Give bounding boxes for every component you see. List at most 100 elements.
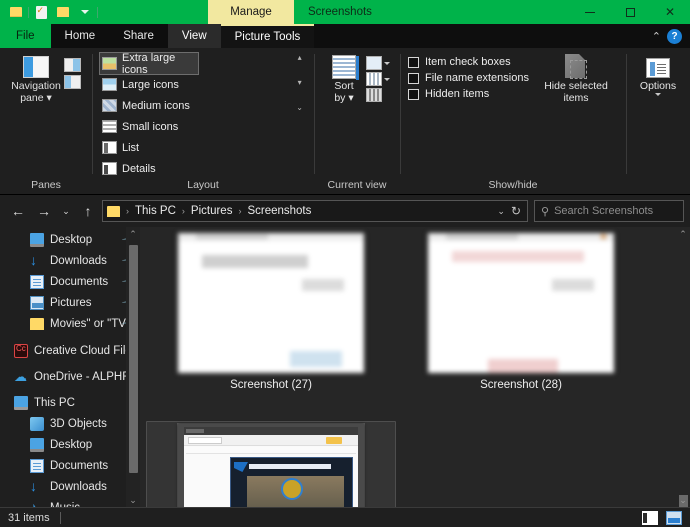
tab-view[interactable]: View (167, 24, 221, 48)
breadcrumb-this-pc[interactable]: This PC (135, 205, 176, 217)
recent-locations-button[interactable]: ⌄ (58, 199, 74, 223)
layout-expand-icon[interactable]: ⌄ (293, 104, 306, 112)
back-button[interactable]: ← (6, 199, 30, 223)
checkbox-box[interactable] (408, 56, 419, 68)
tab-share[interactable]: Share (109, 24, 168, 48)
layout-small-icons[interactable]: Small icons (100, 116, 198, 137)
content-scroll-up-icon[interactable]: ⌃ (676, 227, 690, 241)
layout-scroll-down-icon[interactable]: ▾ (293, 79, 306, 87)
sidebar-item-movies-or-tv-shows[interactable]: Movies" or "TV sh 📌 (0, 313, 140, 334)
layout-scroll-buttons: ▴ ▾ ⌄ (293, 52, 306, 114)
search-input[interactable]: ⚲ Search Screenshots (534, 200, 684, 222)
content-scrollbar[interactable]: ⌃ ⌄ (676, 227, 690, 507)
add-columns-caret-icon[interactable] (384, 61, 390, 65)
sidebar-item-documents[interactable]: Documents 📌 (0, 271, 140, 292)
sidebar-item-label: Documents (50, 275, 109, 288)
new-folder-icon[interactable] (53, 2, 73, 22)
breadcrumb[interactable]: › This PC › Pictures › Screenshots ⌄ ↻ (102, 200, 528, 222)
file-item-screenshot-27[interactable]: Screenshot (27) (146, 231, 396, 421)
checkbox-box[interactable] (408, 88, 419, 100)
sort-by-caret-icon[interactable]: ▾ (348, 92, 353, 104)
checkbox-hidden-items[interactable]: Hidden items (408, 88, 538, 100)
size-columns-icon[interactable] (366, 72, 382, 86)
navigation-pane-button[interactable]: Navigation pane ▾ (8, 52, 64, 104)
sidebar-scroll-down-icon[interactable]: ⌄ (129, 493, 137, 507)
forward-button[interactable]: → (32, 199, 56, 223)
sidebar-item-label: Desktop (50, 438, 93, 451)
hide-selected-items-button[interactable]: Hide selected items (538, 52, 614, 104)
tab-picture-tools[interactable]: Picture Tools (220, 24, 315, 48)
tab-home[interactable]: Home (51, 24, 110, 48)
layout-list[interactable]: List (100, 137, 198, 158)
sidebar-item-downloads-pc[interactable]: Downloads (0, 476, 140, 497)
help-icon[interactable]: ? (667, 28, 682, 44)
add-columns-icon[interactable] (366, 56, 382, 70)
size-all-columns-icon[interactable] (366, 88, 382, 102)
downloads-icon (30, 480, 44, 494)
layout-medium-icons[interactable]: Medium icons (100, 95, 198, 116)
folder-icon[interactable] (6, 2, 26, 22)
close-button[interactable]: ✕ (650, 0, 690, 24)
layout-details[interactable]: Details (100, 158, 198, 179)
options-button[interactable]: Options (634, 52, 682, 96)
search-placeholder: Search Screenshots (554, 205, 654, 217)
sidebar-scroll-up-icon[interactable]: ⌃ (129, 227, 137, 241)
breadcrumb-screenshots[interactable]: Screenshots (247, 205, 311, 217)
thumbnail-wrapper (428, 233, 614, 373)
layout-large-icons[interactable]: Large icons (100, 74, 198, 95)
sidebar-item-downloads[interactable]: Downloads 📌 (0, 250, 140, 271)
nav-pane-dropdown-icon[interactable]: ▾ (47, 92, 52, 104)
checkbox-item-check-boxes[interactable]: Item check boxes (408, 56, 538, 68)
file-item-screenshot-29[interactable]: Screenshot (29) (146, 421, 396, 507)
file-grid: Screenshot (27) Screenshot (28) (140, 227, 690, 507)
sidebar-item-this-pc[interactable]: This PC (0, 392, 140, 413)
file-item-screenshot-28[interactable]: Screenshot (28) (396, 231, 646, 421)
collapse-ribbon-icon[interactable]: ⌃ (652, 30, 661, 43)
chevron-down-icon[interactable] (75, 2, 95, 22)
checkbox-file-name-extensions[interactable]: File name extensions (408, 72, 538, 84)
details-view-icon[interactable] (642, 510, 658, 525)
sidebar-item-3d-objects[interactable]: 3D Objects (0, 413, 140, 434)
thumbnails-view-icon[interactable] (666, 510, 682, 525)
file-list-view[interactable]: Screenshot (27) Screenshot (28) ⌃ ⌄ (140, 227, 690, 507)
content-scroll-down-icon[interactable]: ⌄ (676, 493, 690, 507)
up-button[interactable]: ↑ (76, 199, 100, 223)
properties-icon[interactable] (31, 2, 51, 22)
status-divider (59, 511, 61, 524)
window-title: Screenshots (308, 6, 372, 18)
checkbox-box[interactable] (408, 72, 419, 84)
details-pane-icon[interactable] (64, 75, 81, 89)
size-columns-caret-icon[interactable] (384, 77, 390, 81)
sidebar-item-creative-cloud-files[interactable]: Creative Cloud Files (0, 340, 140, 361)
sidebar-item-label: Downloads (50, 480, 107, 493)
preview-pane-icon[interactable] (64, 58, 81, 72)
refresh-icon[interactable]: ↻ (511, 204, 521, 218)
layout-label: Small icons (122, 120, 179, 133)
layout-label: Large icons (122, 78, 179, 91)
layout-scroll-up-icon[interactable]: ▴ (293, 54, 306, 62)
sidebar-scroll-thumb[interactable] (128, 245, 138, 473)
sort-by-button[interactable]: Sort by ▾ (322, 52, 366, 104)
ribbon-group-panes: Navigation pane ▾ Panes (0, 48, 92, 194)
ribbon-group-label-options (626, 179, 690, 194)
options-icon (646, 58, 670, 78)
file-explorer-window: Manage Screenshots ✕ File Home Share Vie… (0, 0, 690, 527)
sidebar-item-documents-pc[interactable]: Documents (0, 455, 140, 476)
sidebar-item-desktop-pc[interactable]: Desktop (0, 434, 140, 455)
sidebar-item-onedrive[interactable]: OneDrive - ALPHR (0, 366, 140, 387)
sidebar-scrollbar[interactable]: ⌃ ⌄ (126, 227, 140, 507)
tab-file[interactable]: File (0, 24, 51, 48)
thumbnail-image (428, 233, 614, 373)
sidebar-item-music[interactable]: Music (0, 497, 140, 508)
minimize-button[interactable] (570, 0, 610, 24)
contextual-tab-manage[interactable]: Manage (208, 0, 294, 24)
layout-extra-large-icons[interactable]: Extra large icons (99, 52, 199, 76)
maximize-button[interactable] (610, 0, 650, 24)
checkbox-label: File name extensions (425, 72, 529, 84)
options-caret-icon[interactable] (655, 93, 661, 96)
sidebar-item-desktop[interactable]: Desktop 📌 (0, 229, 140, 250)
medium-icons-icon (102, 99, 117, 112)
sidebar-item-pictures[interactable]: Pictures 📌 (0, 292, 140, 313)
address-dropdown-icon[interactable]: ⌄ (497, 206, 505, 217)
breadcrumb-pictures[interactable]: Pictures (191, 205, 233, 217)
